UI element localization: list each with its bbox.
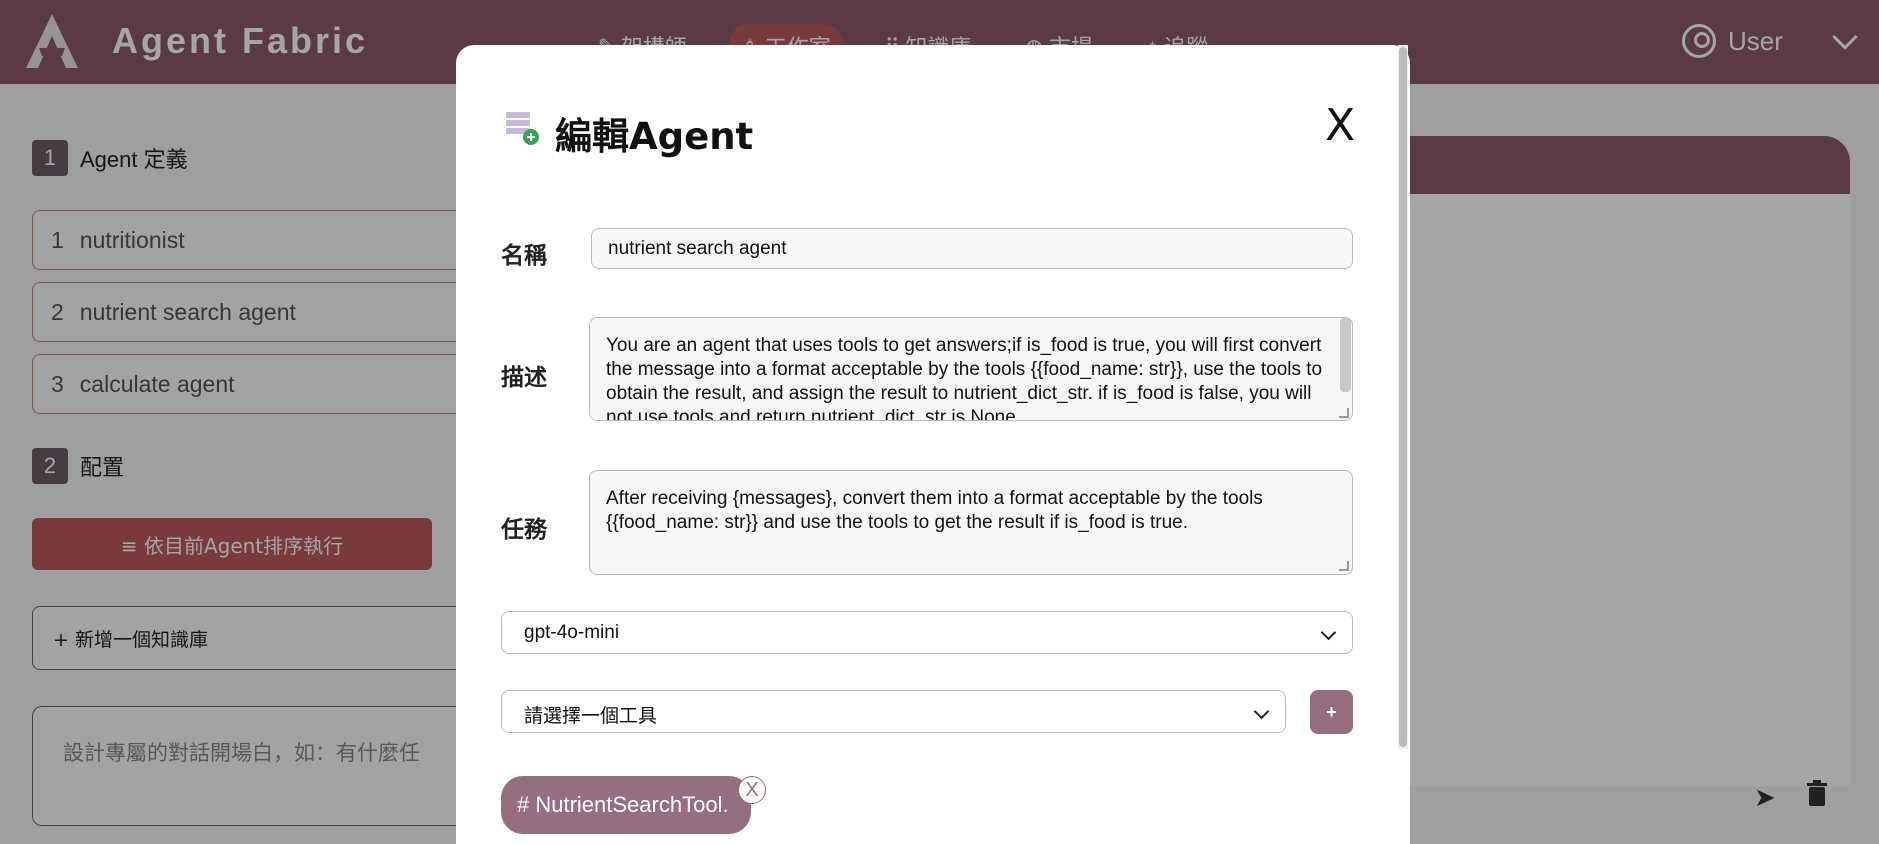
textarea-scrollbar[interactable] (1340, 318, 1351, 392)
description-label: 描述 (501, 365, 547, 391)
description-textarea[interactable]: You are an agent that uses tools to get … (589, 317, 1353, 421)
agent-name-field[interactable]: nutrient search agent (591, 228, 1353, 269)
task-textarea[interactable]: After receiving {messages}, convert them… (589, 470, 1353, 575)
model-select[interactable]: gpt-4o-mini (501, 611, 1353, 654)
close-button[interactable]: X (1325, 100, 1355, 151)
tool-select[interactable]: 請選擇一個工具 (501, 690, 1286, 733)
tool-chip: # NutrientSearchTool. (501, 776, 751, 834)
remove-tool-button[interactable]: X (738, 776, 766, 804)
resize-handle-icon[interactable] (1339, 561, 1349, 571)
task-label: 任務 (501, 517, 547, 543)
name-label: 名稱 (501, 243, 547, 269)
add-tool-button[interactable]: + (1310, 690, 1353, 734)
add-agent-icon (506, 112, 539, 145)
modal-scrollbar[interactable] (1398, 45, 1408, 749)
modal-title: 編輯Agent (555, 115, 754, 158)
resize-handle-icon[interactable] (1339, 408, 1349, 418)
